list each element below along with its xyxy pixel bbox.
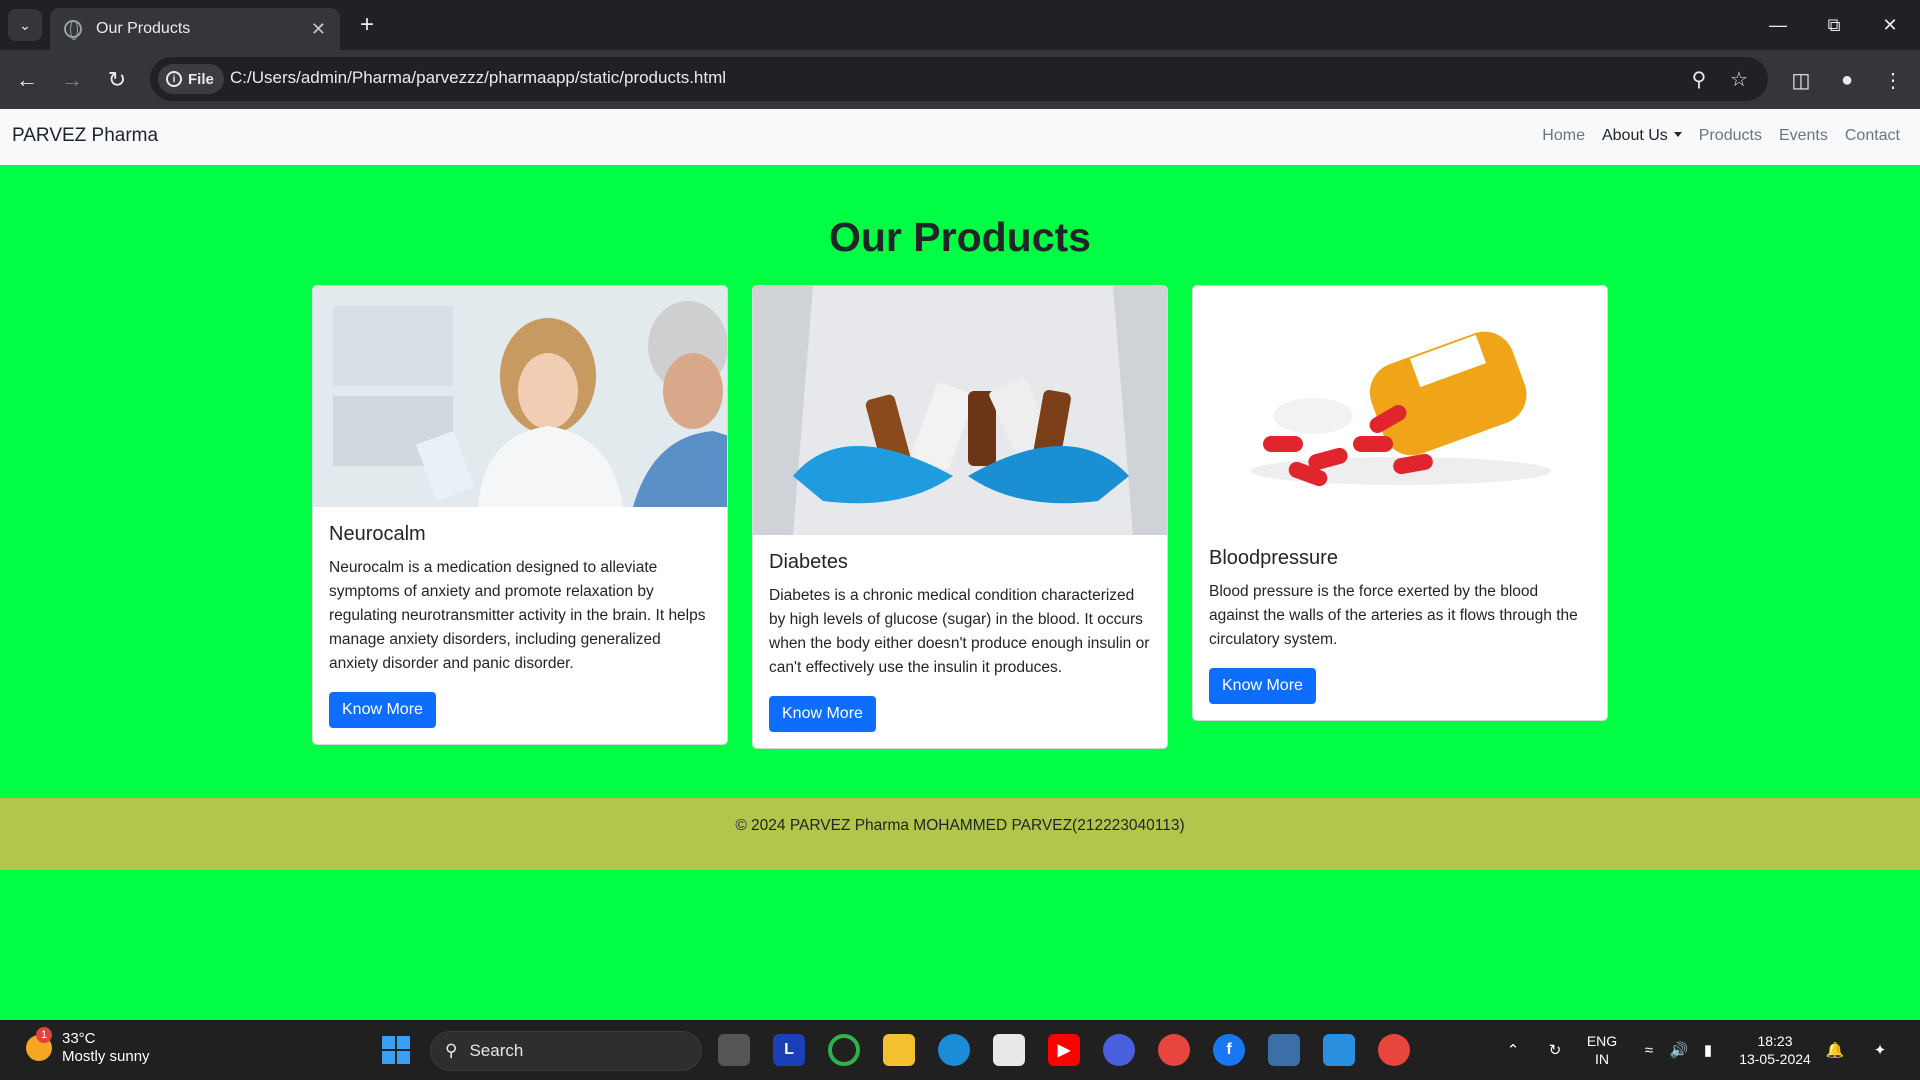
site-info-label: File — [188, 70, 214, 88]
product-description: Neurocalm is a medication designed to al… — [329, 559, 706, 672]
app-l-letter: L — [784, 1041, 794, 1058]
product-description: Blood pressure is the force exerted by t… — [1209, 583, 1578, 648]
clock[interactable]: 18:23 13-05-2024 — [1735, 1020, 1815, 1080]
browser-tab-bar: ⌄ Our Products ✕ + — ⧉ ✕ — [0, 0, 1920, 50]
copilot-icon[interactable]: ✦ — [1862, 1020, 1898, 1080]
task-view-icon[interactable] — [718, 1034, 750, 1066]
product-card-diabetes: Diabetes Diabetes is a chronic medical c… — [752, 285, 1168, 749]
brand-link[interactable]: PARVEZ Pharma — [12, 125, 158, 147]
product-title: Neurocalm — [329, 523, 426, 545]
browser-toolbar: ← → ↻ i File C:/Users/admin/Pharma/parve… — [0, 50, 1920, 109]
menu-icon[interactable]: ⋮ — [1878, 65, 1908, 95]
product-title: Diabetes — [769, 551, 848, 573]
dropdown-caret-icon — [1673, 132, 1682, 137]
clock-time: 18:23 — [1757, 1033, 1793, 1049]
file-explorer-icon[interactable] — [883, 1034, 915, 1066]
gloved-hands-illustration — [753, 286, 1167, 535]
reload-icon[interactable]: ↻ — [100, 63, 134, 97]
site-footer: © 2024 PARVEZ Pharma MOHAMMED PARVEZ(212… — [0, 798, 1920, 870]
volume-icon[interactable]: 🔊 — [1665, 1020, 1693, 1080]
product-card-bloodpressure: Bloodpressure Blood pressure is the forc… — [1192, 285, 1608, 721]
know-more-button[interactable]: Know More — [1209, 668, 1316, 704]
restore-icon[interactable]: ⧉ — [1806, 0, 1862, 50]
facebook-icon[interactable]: f — [1213, 1034, 1245, 1066]
ms-store-icon[interactable] — [993, 1034, 1025, 1066]
nav-links: Home About Us Products Events Contact — [1542, 127, 1900, 145]
know-more-button[interactable]: Know More — [329, 692, 436, 728]
weather-condition: Mostly sunny — [62, 1048, 150, 1065]
notification-bell-icon[interactable]: 🔔 — [1822, 1020, 1848, 1080]
vscode-icon[interactable] — [1323, 1034, 1355, 1066]
back-icon[interactable]: ← — [10, 63, 44, 97]
forward-icon[interactable]: → — [55, 63, 89, 97]
close-window-icon[interactable]: ✕ — [1862, 0, 1918, 50]
profile-icon[interactable]: ● — [1832, 65, 1862, 95]
search-label: Search — [469, 1041, 524, 1060]
temperature: 33°C — [62, 1030, 96, 1047]
page-title: Our Products — [829, 214, 1091, 260]
search-icon: ⚲ — [445, 1041, 458, 1060]
card-body: Diabetes Diabetes is a chronic medical c… — [753, 535, 1167, 748]
sync-icon[interactable]: ↻ — [1540, 1020, 1570, 1080]
product-image-diabetes — [753, 286, 1167, 535]
taskbar-search[interactable]: ⚲ Search — [430, 1031, 702, 1071]
python-icon[interactable] — [1268, 1034, 1300, 1066]
product-description: Diabetes is a chronic medical condition … — [769, 587, 1150, 676]
product-image-neurocalm — [313, 286, 727, 507]
battery-icon[interactable]: ▮ — [1694, 1020, 1722, 1080]
weather-widget[interactable]: 1 33°C Mostly sunny — [26, 1027, 150, 1066]
card-body: Bloodpressure Blood pressure is the forc… — [1193, 531, 1607, 720]
windows-start-icon[interactable] — [382, 1036, 410, 1064]
card-body: Neurocalm Neurocalm is a medication desi… — [313, 507, 727, 744]
zoom-icon[interactable]: ⚲ — [1686, 66, 1712, 92]
site-info-chip[interactable]: i File — [158, 64, 224, 94]
side-panel-icon[interactable]: ◫ — [1786, 65, 1816, 95]
green-ring-app-icon[interactable] — [828, 1034, 860, 1066]
show-hidden-icons-icon[interactable]: ⌃ — [1500, 1020, 1526, 1080]
chrome-active-icon[interactable] — [1378, 1034, 1410, 1066]
notification-badge: 1 — [36, 1027, 52, 1043]
product-card-neurocalm: Neurocalm Neurocalm is a medication desi… — [312, 285, 728, 745]
site-navbar: PARVEZ Pharma Home About Us Products Eve… — [0, 109, 1920, 165]
app-l-icon[interactable]: L — [773, 1034, 805, 1066]
region-code: IN — [1595, 1051, 1609, 1067]
new-tab-icon[interactable]: + — [352, 10, 382, 40]
windows-taskbar: 1 33°C Mostly sunny ⚲ Search L ▶ f ⌃ ↻ E… — [0, 1020, 1920, 1080]
minimize-icon[interactable]: — — [1750, 0, 1806, 50]
chrome-icon[interactable] — [1158, 1034, 1190, 1066]
edge-browser-icon[interactable] — [938, 1034, 970, 1066]
nav-about-us-label: About Us — [1601, 127, 1668, 144]
nav-home[interactable]: Home — [1542, 127, 1585, 145]
footer-text: © 2024 PARVEZ Pharma MOHAMMED PARVEZ(212… — [735, 817, 1185, 834]
address-bar[interactable]: i File C:/Users/admin/Pharma/parvezzz/ph… — [150, 57, 1768, 101]
product-title: Bloodpressure — [1209, 547, 1338, 569]
bookmark-star-icon[interactable]: ☆ — [1726, 66, 1752, 92]
product-image-bloodpressure — [1193, 286, 1607, 531]
pill-bottle-illustration — [1193, 286, 1607, 531]
pharmacist-illustration — [313, 286, 727, 507]
close-tab-icon[interactable]: ✕ — [311, 19, 326, 40]
info-icon: i — [166, 71, 182, 87]
clock-date: 13-05-2024 — [1739, 1051, 1811, 1067]
url-text[interactable]: C:/Users/admin/Pharma/parvezzz/pharmaapp… — [230, 68, 726, 88]
tab-search-icon[interactable]: ⌄ — [8, 9, 42, 41]
language-indicator[interactable]: ENG IN — [1580, 1020, 1624, 1080]
nav-about-us[interactable]: About Us — [1602, 127, 1682, 145]
wifi-icon[interactable]: ≈ — [1635, 1020, 1663, 1080]
nav-products[interactable]: Products — [1699, 127, 1762, 145]
weather-text: 33°C Mostly sunny — [62, 1030, 150, 1066]
globe-icon — [64, 20, 82, 40]
tab-title: Our Products — [96, 20, 191, 37]
browser-tab[interactable]: Our Products ✕ — [50, 8, 340, 50]
nav-events[interactable]: Events — [1779, 127, 1828, 145]
know-more-button[interactable]: Know More — [769, 696, 876, 732]
nav-contact[interactable]: Contact — [1845, 127, 1900, 145]
weather-sun-icon: 1 — [26, 1027, 52, 1061]
youtube-icon[interactable]: ▶ — [1048, 1034, 1080, 1066]
language-code: ENG — [1586, 1033, 1618, 1049]
arc-app-icon[interactable] — [1103, 1034, 1135, 1066]
